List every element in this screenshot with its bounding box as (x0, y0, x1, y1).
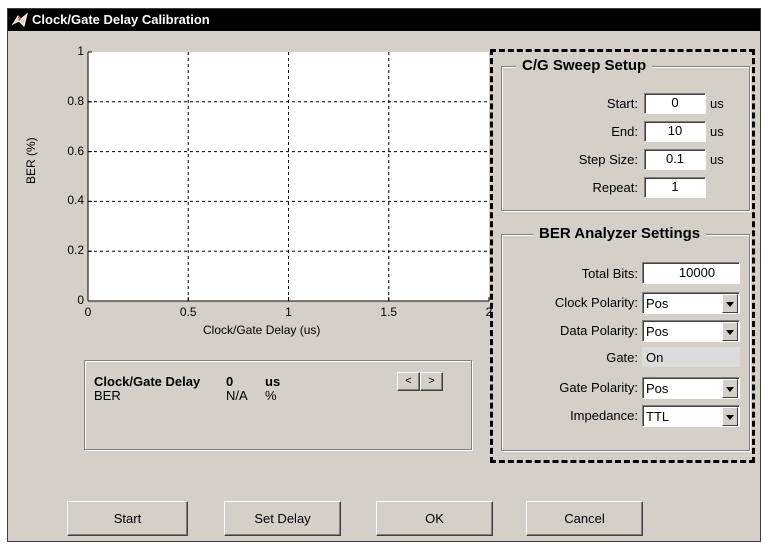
ber-analyzer-title: BER Analyzer Settings (533, 225, 707, 242)
y-tick-label: 0.6 (67, 143, 84, 158)
repeat-label: Repeat: (592, 180, 638, 195)
gate-value: On (646, 350, 664, 365)
start-input[interactable]: 0 (644, 93, 706, 114)
y-tick-label: 1 (77, 44, 84, 58)
x-tick-label: 2 (485, 305, 493, 319)
x-axis-label: Clock/Gate Delay (us) (203, 323, 321, 337)
delay-value: 0 (226, 374, 234, 389)
gate-polarity-label: Gate Polarity: (559, 380, 638, 395)
set-delay-button[interactable]: Set Delay (224, 501, 341, 536)
y-tick-label: 0.2 (67, 243, 84, 258)
delay-label: Clock/Gate Delay (94, 374, 201, 389)
ber-unit: % (265, 388, 277, 403)
gate-polarity-select[interactable]: Pos (642, 377, 740, 399)
data-polarity-label: Data Polarity: (559, 323, 638, 338)
impedance-value: TTL (646, 409, 670, 424)
x-tick-label: 0 (84, 305, 92, 319)
end-label: End: (611, 124, 638, 139)
x-tick-label: 0.5 (179, 305, 197, 319)
readout-panel: Clock/Gate Delay 0 us BER N/A % < > (84, 360, 472, 450)
clock-polarity-select[interactable]: Pos (642, 292, 740, 314)
y-tick-label: 0.4 (67, 193, 84, 208)
start-button[interactable]: Start (67, 501, 188, 536)
prev-button[interactable]: < (397, 372, 420, 391)
y-tick-label: 0 (77, 293, 84, 307)
gate-indicator: On (642, 347, 740, 367)
gate-polarity-value: Pos (646, 381, 669, 396)
chevron-down-icon[interactable] (722, 407, 738, 426)
y-tick-label: 0.8 (67, 93, 84, 108)
ok-button[interactable]: OK (376, 501, 493, 536)
chevron-down-icon[interactable] (722, 379, 738, 398)
chevron-down-icon[interactable] (722, 294, 738, 313)
step-size-label: Step Size: (578, 152, 638, 167)
delay-unit: us (265, 374, 281, 389)
x-tick-label: 1.5 (380, 305, 398, 319)
ber-value: N/A (226, 388, 248, 403)
impedance-select[interactable]: TTL (642, 405, 740, 427)
end-input[interactable]: 10 (644, 121, 706, 142)
gate-label: Gate: (606, 350, 638, 365)
total-bits-label: Total Bits: (581, 266, 638, 281)
main-window: Clock/Gate Delay Calibration Clock/Gate … (7, 8, 761, 542)
next-button[interactable]: > (420, 372, 443, 391)
repeat-input[interactable]: 1 (644, 177, 706, 198)
data-polarity-value: Pos (646, 324, 669, 339)
step-size-unit: us (710, 152, 724, 167)
clock-polarity-value: Pos (646, 296, 669, 311)
start-unit: us (710, 96, 724, 111)
y-axis-label: BER (%) (24, 137, 38, 184)
cancel-button[interactable]: Cancel (526, 501, 643, 536)
ber-label: BER (94, 388, 121, 403)
chevron-down-icon[interactable] (722, 322, 738, 341)
impedance-label: Impedance: (570, 408, 638, 423)
data-polarity-select[interactable]: Pos (642, 320, 740, 342)
step-size-input[interactable]: 0.1 (644, 149, 706, 170)
start-label: Start: (606, 96, 638, 111)
x-tick-label: 1 (285, 305, 292, 319)
total-bits-input[interactable]: 10000 (642, 262, 740, 284)
clock-polarity-label: Clock Polarity: (554, 295, 638, 310)
sweep-setup-title: C/G Sweep Setup (516, 57, 653, 74)
end-unit: us (710, 124, 724, 139)
